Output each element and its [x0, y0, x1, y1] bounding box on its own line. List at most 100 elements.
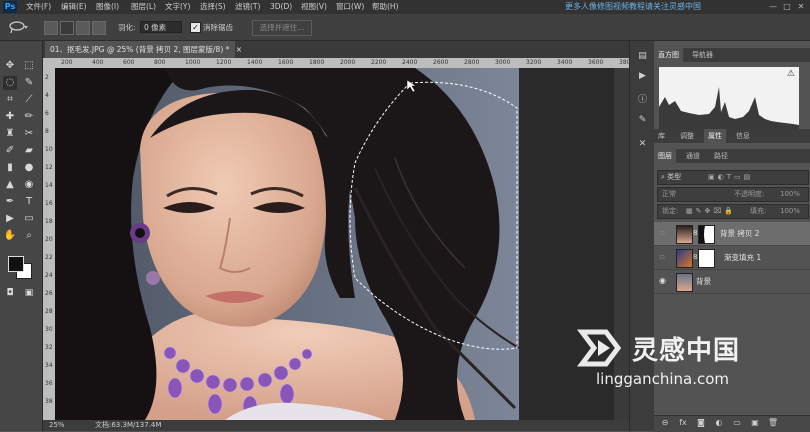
options-bar: 羽化: 0 像素 ✓ 消除锯齿 选择并遮住...: [0, 14, 810, 41]
lasso-preset-icon[interactable]: [8, 20, 30, 34]
hand-icon[interactable]: ✋: [3, 229, 17, 243]
blur-icon[interactable]: ▮: [3, 161, 17, 175]
shape-icon[interactable]: ▭: [22, 212, 36, 226]
fx-icon[interactable]: fx: [676, 416, 690, 430]
eyedropper-icon[interactable]: ⟋: [22, 93, 36, 107]
blend-mode-select[interactable]: 正常: [662, 190, 676, 198]
close-tab-icon[interactable]: ×: [236, 45, 242, 54]
chain-link-icon: 8: [693, 229, 698, 237]
quick-select-icon[interactable]: ✎: [22, 76, 36, 90]
menu-layer[interactable]: 图层(L): [131, 0, 156, 14]
add-to-selection-icon[interactable]: [60, 21, 74, 35]
pen-icon[interactable]: ✒: [3, 195, 17, 209]
canvas[interactable]: [55, 68, 519, 420]
eraser-icon[interactable]: ✐: [3, 144, 17, 158]
adjustment-layer-icon[interactable]: ◐: [712, 416, 726, 430]
ruler-tick-label: 2800: [464, 59, 480, 66]
layer-name[interactable]: 渐变填充 1: [724, 246, 761, 269]
path-select-icon[interactable]: ▶: [3, 212, 17, 226]
select-and-mask-button[interactable]: 选择并遮住...: [252, 20, 312, 36]
menu-edit[interactable]: 编辑(E): [61, 0, 87, 14]
gradient-icon[interactable]: ▰: [22, 144, 36, 158]
brush-panel-icon[interactable]: ✎: [635, 113, 650, 128]
layer-mask-thumbnail[interactable]: [698, 249, 715, 268]
tab-libraries[interactable]: 库: [654, 129, 669, 143]
healing-icon[interactable]: ✚: [3, 110, 17, 124]
layer-row-background-copy-2[interactable]: ▫ 8 背景 拷贝 2: [654, 222, 810, 246]
layer-row-background[interactable]: ◉ 背景: [654, 270, 810, 294]
type-icon[interactable]: T: [22, 195, 36, 209]
subtract-selection-icon[interactable]: [76, 21, 90, 35]
histogram-warning-icon[interactable]: ⚠: [787, 69, 795, 79]
history-panel-icon[interactable]: ▤: [635, 49, 650, 64]
tab-layers[interactable]: 图层: [654, 149, 676, 163]
layer-filter-icons[interactable]: ▣◐T▭▤: [708, 171, 753, 184]
crop-icon[interactable]: ⌗: [3, 93, 17, 107]
marquee-icon[interactable]: ⬚: [22, 59, 36, 73]
quick-mask-icon[interactable]: ◘: [3, 286, 17, 300]
actions-panel-icon[interactable]: ▶: [635, 69, 650, 84]
lasso-icon[interactable]: ◌: [3, 76, 17, 90]
visibility-off-icon[interactable]: ▫: [658, 228, 667, 237]
group-icon[interactable]: ▭: [730, 416, 744, 430]
opacity-value[interactable]: 100%: [780, 188, 800, 201]
minimize-button[interactable]: —: [768, 2, 778, 11]
layer-filter-row[interactable]: ⌕ 类型 ▣◐T▭▤: [657, 170, 809, 185]
ruler-tick-label: 14: [45, 182, 53, 189]
layer-kind-select[interactable]: 类型: [667, 173, 681, 181]
eye-icon[interactable]: ◉: [658, 276, 667, 285]
tab-channels[interactable]: 通道: [682, 149, 704, 163]
layer-row-gradient-fill-1[interactable]: ▫ 8 渐变填充 1: [654, 246, 810, 270]
document-info[interactable]: 文档:63.3M/137.4M: [95, 420, 161, 431]
document-tab[interactable]: 01、抠毛发.JPG @ 25% (背景 拷贝 2, 图层蒙版/8) * ×: [45, 41, 242, 58]
zoom-level[interactable]: 25%: [49, 420, 65, 431]
zoom-icon[interactable]: ⌕: [22, 229, 36, 243]
tab-properties[interactable]: 属性: [704, 129, 726, 143]
menu-type[interactable]: 文字(Y): [165, 0, 190, 14]
layer-mask-thumbnail[interactable]: [698, 225, 715, 244]
menu-view[interactable]: 视图(V): [301, 0, 327, 14]
trash-icon[interactable]: 🗑: [766, 416, 780, 430]
brush-icon[interactable]: ✏: [22, 110, 36, 124]
fill-value[interactable]: 100%: [780, 205, 800, 218]
menu-filter[interactable]: 滤镜(T): [235, 0, 260, 14]
gradient-fill-thumbnail[interactable]: [676, 249, 693, 268]
tab-paths[interactable]: 路径: [710, 149, 732, 163]
new-layer-icon[interactable]: ▣: [748, 416, 762, 430]
add-mask-icon[interactable]: ◙: [694, 416, 708, 430]
tab-adjustments[interactable]: 调整: [676, 129, 698, 143]
burn-icon[interactable]: ◉: [22, 178, 36, 192]
move-icon[interactable]: ✥: [3, 59, 17, 73]
menu-select[interactable]: 选择(S): [200, 0, 226, 14]
tab-navigator[interactable]: 导航器: [688, 48, 717, 62]
stamp-icon[interactable]: ♜: [3, 127, 17, 141]
layer-name[interactable]: 背景: [696, 270, 711, 293]
info-panel-icon[interactable]: ⓘ: [635, 93, 650, 108]
screen-mode-icon[interactable]: ▣: [22, 286, 36, 300]
history-brush-icon[interactable]: ✂: [22, 127, 36, 141]
menu-help[interactable]: 帮助(H): [372, 0, 399, 14]
close-window-button[interactable]: ✕: [796, 2, 806, 11]
antialias-checkbox[interactable]: ✓: [190, 22, 201, 33]
ruler-tick-label: 600: [123, 59, 135, 66]
link-layers-icon[interactable]: ⊖: [658, 416, 672, 430]
layer-thumbnail: [676, 273, 693, 292]
maximize-button[interactable]: □: [782, 2, 792, 11]
menu-image[interactable]: 图像(I): [96, 0, 119, 14]
intersect-selection-icon[interactable]: [92, 21, 106, 35]
lock-icons[interactable]: ▦✎✥⌧🔒: [686, 205, 736, 218]
tools-panel-icon[interactable]: ✕: [635, 137, 650, 152]
menu-window[interactable]: 窗口(W): [336, 0, 364, 14]
menu-file[interactable]: 文件(F): [26, 0, 51, 14]
feather-input[interactable]: 0 像素: [140, 21, 182, 33]
visibility-off-icon[interactable]: ▫: [658, 252, 667, 261]
foreground-color-swatch-top[interactable]: [8, 256, 24, 272]
layer-name[interactable]: 背景 拷贝 2: [720, 222, 760, 245]
menu-3d[interactable]: 3D(D): [270, 0, 292, 14]
tab-info[interactable]: 信息: [732, 129, 754, 143]
histogram-chart: ⚠: [659, 67, 799, 129]
smudge-icon[interactable]: ▲: [3, 178, 17, 192]
dodge-icon[interactable]: ●: [22, 161, 36, 175]
new-selection-icon[interactable]: [44, 21, 58, 35]
tab-histogram[interactable]: 直方图: [654, 48, 683, 62]
